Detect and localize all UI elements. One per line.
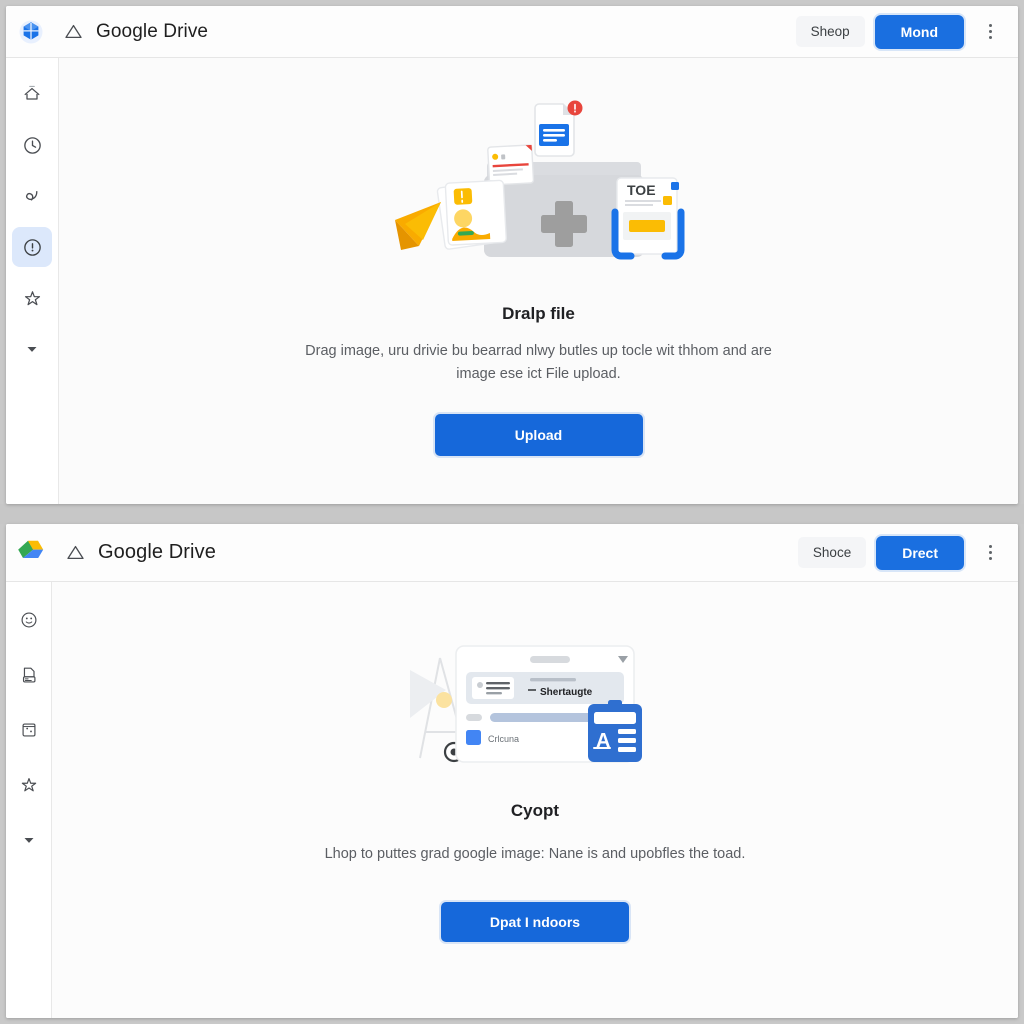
chevron-down-icon	[27, 346, 37, 352]
chevron-down-icon	[24, 837, 33, 843]
document-upload-icon	[22, 667, 35, 683]
stage-headline: Cyopt	[510, 801, 560, 820]
google-drive-triangle-logo-icon[interactable]	[18, 538, 48, 568]
upload-button[interactable]: Upload	[434, 414, 643, 457]
svg-text:TOE: TOE	[627, 182, 656, 198]
stage-subtext: Lhop to puttes grad google image: Nane i…	[324, 846, 746, 862]
left-icon-rail	[6, 582, 52, 1018]
drive-window-upload: Google Drive Sheop Mond TOE Dralp file D…	[6, 6, 1018, 504]
window-top-bar: Google Drive Sheop Mond	[6, 6, 1018, 58]
browser-window-translate-clipboard-illustration: Shertaugte Crlcuna A	[404, 640, 666, 787]
share-button[interactable]: Sheop	[795, 16, 865, 47]
calendar-square-icon	[22, 723, 35, 737]
export-stage: Shertaugte Crlcuna A Cyopt Lhop to putte…	[52, 582, 1018, 1018]
primary-action-button[interactable]: Mond	[874, 14, 964, 49]
sidebar-item-expand[interactable]	[12, 329, 52, 369]
info-circle-icon	[23, 238, 41, 256]
sidebar-item-home[interactable]	[12, 74, 52, 114]
stage-headline: Dralp file	[502, 304, 575, 323]
smiley-circle-icon	[21, 612, 36, 628]
sidebar-item-starred[interactable]	[12, 278, 52, 318]
drive-logo-blue-octagon-icon[interactable]	[18, 19, 44, 45]
sidebar-item-profile[interactable]	[9, 600, 49, 640]
svg-text:Crlcuna: Crlcuna	[488, 734, 519, 744]
recent-clock-icon	[23, 136, 41, 154]
export-button[interactable]: Dpat I ndoors	[441, 902, 629, 943]
svg-text:Shertaugte: Shertaugte	[540, 687, 593, 698]
primary-action-button[interactable]: Drect	[876, 535, 964, 570]
drive-window-export: Google Drive Shoce Drect Shertaugte Crlc…	[6, 524, 1018, 1018]
sidebar-item-expand[interactable]	[9, 820, 49, 860]
triangle-menu-icon[interactable]	[66, 544, 84, 562]
starred-icon	[21, 778, 36, 792]
stage-subtext: Drag image, uru drivie bu bearrad nlwy b…	[305, 343, 772, 383]
sidebar-item-documents[interactable]	[9, 655, 49, 695]
sidebar-item-shared[interactable]	[12, 176, 52, 216]
drag-drop-folder-files-illustration: TOE	[389, 100, 689, 290]
more-vertical-icon[interactable]	[976, 538, 1004, 568]
panel-divider-gap	[0, 504, 1024, 524]
sidebar-item-starred[interactable]	[9, 765, 49, 805]
sidebar-item-calendar[interactable]	[9, 710, 49, 750]
shared-arrow-icon	[25, 190, 37, 201]
left-icon-rail	[6, 58, 59, 504]
window-body: Shertaugte Crlcuna A Cyopt Lhop to putte…	[6, 582, 1018, 1018]
sidebar-item-recent[interactable]	[12, 125, 52, 165]
upload-stage: TOE Dralp file Drag image, uru drivie bu…	[59, 58, 1018, 504]
starred-icon	[24, 290, 40, 305]
window-top-bar: Google Drive Shoce Drect	[6, 524, 1018, 582]
triangle-menu-icon[interactable]	[64, 23, 82, 41]
share-button[interactable]: Shoce	[797, 537, 867, 568]
window-body: TOE Dralp file Drag image, uru drivie bu…	[6, 58, 1018, 504]
page-title: Google Drive	[98, 541, 216, 563]
page-title: Google Drive	[96, 20, 209, 42]
more-vertical-icon[interactable]	[976, 17, 1004, 47]
home-icon	[24, 85, 40, 100]
sidebar-item-info[interactable]	[12, 227, 52, 267]
